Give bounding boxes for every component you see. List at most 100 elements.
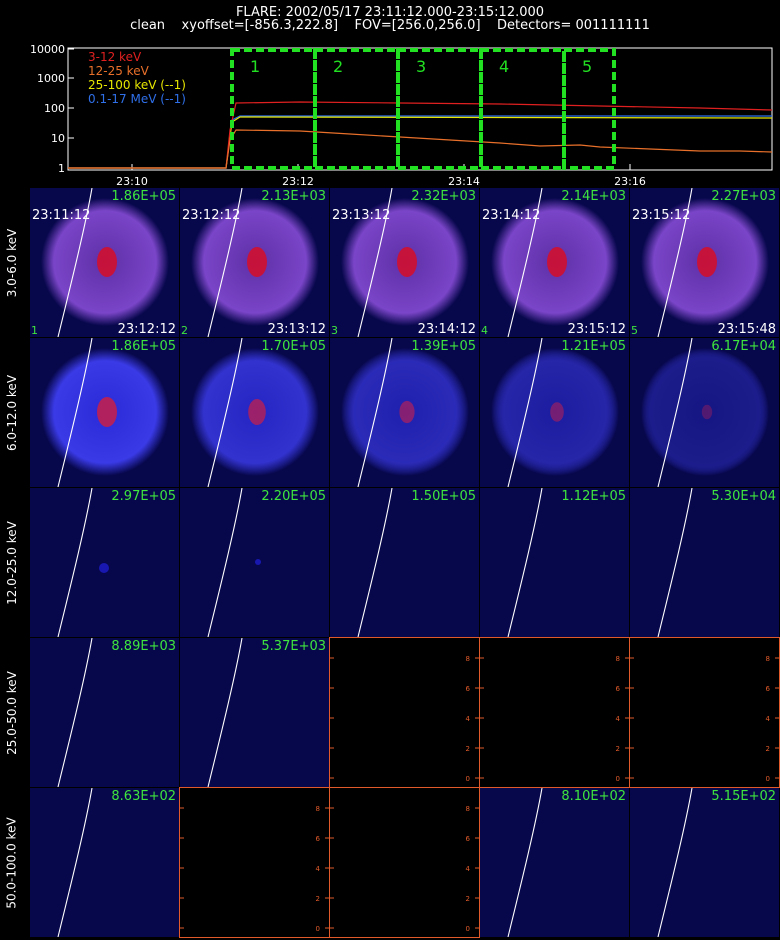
flux-label: 2.20E+05 <box>261 489 326 504</box>
image-cell: 6.17E+04 <box>630 338 779 487</box>
image-cell: 1.50E+05 <box>330 488 479 637</box>
interval-index-label: 3 <box>331 324 338 337</box>
solar-limb-line <box>57 488 93 637</box>
energy-band-label: 25.0-50.0 keV <box>5 671 20 755</box>
flux-label: 2.97E+05 <box>111 489 176 504</box>
axis-tick-label: 4 <box>316 865 321 873</box>
solar-limb-line <box>657 488 693 637</box>
flux-label: 1.70E+05 <box>261 339 326 354</box>
time-end-label: 23:14:12 <box>417 322 476 337</box>
flux-label: 1.86E+05 <box>111 339 176 354</box>
image-cell: 0 2 4 6 8 <box>479 637 630 788</box>
flux-label: 1.86E+05 <box>111 189 176 204</box>
source-core <box>99 563 109 573</box>
solar-limb-line <box>207 488 243 637</box>
image-cell: 1.12E+05 <box>480 488 629 637</box>
image-cell: 5.30E+04 <box>630 488 779 637</box>
source-core <box>547 247 567 277</box>
image-cell: 8.89E+03 <box>30 638 179 787</box>
image-cell: 1.86E+05 <box>30 338 179 487</box>
curve-25-100keV <box>68 116 773 169</box>
energy-band-label: 3.0-6.0 keV <box>5 228 19 298</box>
solar-limb-line <box>57 638 93 787</box>
source-core <box>97 247 117 277</box>
flux-label: 5.37E+03 <box>261 639 326 654</box>
image-cell: 0 2 4 6 8 <box>329 637 480 788</box>
legend-entry: 3-12 keV <box>88 50 142 64</box>
axis-tick-label: 2 <box>316 895 320 903</box>
image-cell: 0 2 4 6 8 <box>329 787 480 938</box>
curve-12-25keV <box>68 129 773 169</box>
source-core <box>255 559 261 565</box>
interval-box-4 <box>479 48 566 170</box>
axis-tick-label: 6 <box>466 835 471 843</box>
axis-tick-label: 0 <box>466 925 470 933</box>
axis-tick-label: 2 <box>616 745 620 753</box>
image-cell: 0 2 4 6 8 <box>179 787 330 938</box>
source-core <box>97 397 117 427</box>
image-panel <box>207 488 261 637</box>
image-panel: 0 2 4 6 8 <box>480 655 629 783</box>
image-panel: 0 2 4 6 8 <box>330 805 479 933</box>
flux-label: 5.30E+04 <box>711 489 776 504</box>
plot-subtitle: clean xyoffset=[-856.3,222.8] FOV=[256.0… <box>130 18 650 33</box>
image-cell: 2.32E+03 23:13:12 23:14:12 3 <box>330 188 479 337</box>
source-core <box>399 400 415 424</box>
axis-tick-label: 4 <box>466 865 471 873</box>
solar-limb-line <box>57 788 93 937</box>
image-panel <box>207 638 243 787</box>
axis-tick-label: 2 <box>766 745 770 753</box>
image-cell: 8.10E+02 <box>480 788 629 937</box>
legend-entry: 12-25 keV <box>88 64 150 78</box>
curve-0.1-17MeV <box>68 115 772 169</box>
image-cell: 5.37E+03 <box>180 638 329 787</box>
source-core <box>397 247 417 277</box>
image-panel: 0 2 4 6 8 <box>180 805 329 933</box>
flux-label: 5.15E+02 <box>711 789 776 804</box>
interval-index-label: 1 <box>31 324 38 337</box>
flux-label: 1.39E+05 <box>411 339 476 354</box>
legend-entry: 25-100 keV (--1) <box>88 78 186 92</box>
axis-tick-label: 4 <box>616 715 621 723</box>
source-core <box>248 398 266 426</box>
source-core <box>697 247 717 277</box>
image-panel <box>57 788 93 937</box>
flux-label: 2.32E+03 <box>411 189 476 204</box>
image-panel <box>657 788 693 937</box>
flux-label: 2.14E+03 <box>561 189 626 204</box>
interval-index-label: 5 <box>631 324 638 337</box>
y-tick-label: 10000 <box>30 43 65 56</box>
x-tick-label: 23:14 <box>448 175 480 188</box>
image-panel <box>41 338 169 487</box>
interval-label: 4 <box>499 57 509 76</box>
time-end-label: 23:13:12 <box>267 322 326 337</box>
energy-band-label: 12.0-25.0 keV <box>5 521 20 605</box>
solar-limb-line <box>357 488 393 637</box>
axis-tick-label: 6 <box>766 685 771 693</box>
flux-label: 1.21E+05 <box>561 339 626 354</box>
image-panel <box>491 338 619 487</box>
image-panel: 0 2 4 6 8 <box>330 655 479 783</box>
time-end-label: 23:12:12 <box>117 322 176 337</box>
interval-index-label: 4 <box>481 324 488 337</box>
image-panel <box>57 638 93 787</box>
flux-label: 8.10E+02 <box>561 789 626 804</box>
interval-label: 5 <box>582 57 592 76</box>
interval-box-3 <box>396 48 483 170</box>
axis-tick-label: 0 <box>466 775 470 783</box>
source-core <box>701 404 713 420</box>
image-panel <box>341 338 469 487</box>
axis-tick-label: 0 <box>316 925 320 933</box>
flux-label: 1.12E+05 <box>561 489 626 504</box>
axis-tick-label: 2 <box>466 745 470 753</box>
source-core <box>550 402 564 422</box>
energy-band-label: 6.0-12.0 keV <box>5 374 19 452</box>
axis-tick-label: 0 <box>616 775 620 783</box>
image-panel <box>641 338 769 487</box>
energy-band-label: 50.0-100.0 keV <box>5 817 19 909</box>
flux-label: 2.27E+03 <box>711 189 776 204</box>
image-panel <box>357 488 393 637</box>
flux-label: 8.63E+02 <box>111 789 176 804</box>
y-tick-label: 10 <box>51 132 65 145</box>
source-core <box>247 247 267 277</box>
